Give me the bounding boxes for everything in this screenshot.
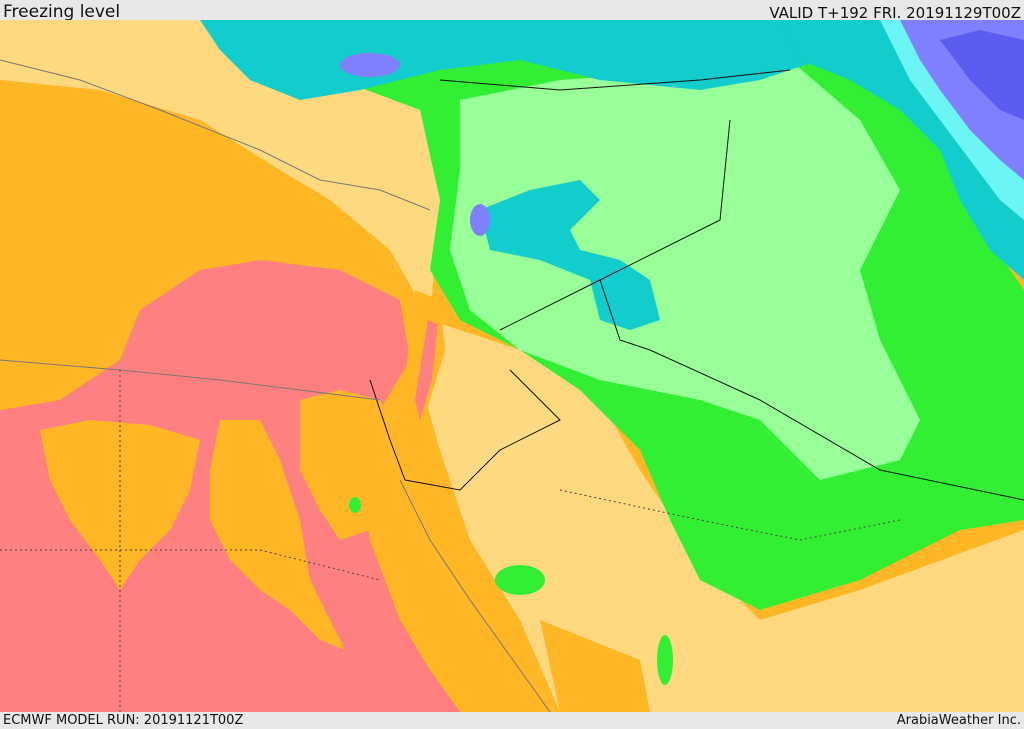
green-spot-saudi (657, 635, 673, 685)
map-canvas (0, 20, 1024, 712)
violet-patch-turkey (340, 53, 400, 77)
footer-bar: ECMWF MODEL RUN: 20191121T00Z ArabiaWeat… (0, 712, 1024, 729)
freezing-level-map (0, 20, 1024, 712)
model-run-label: ECMWF MODEL RUN: 20191121T00Z (3, 713, 244, 728)
header-bar: Freezing level VALID T+192 FRI. 20191129… (0, 0, 1024, 22)
green-spot-sinai (349, 497, 361, 513)
violet-patch-lebanon (470, 204, 490, 236)
map-title: Freezing level (3, 2, 121, 22)
green-spot-hejaz (495, 565, 545, 595)
brand-label: ArabiaWeather Inc. (896, 713, 1021, 728)
